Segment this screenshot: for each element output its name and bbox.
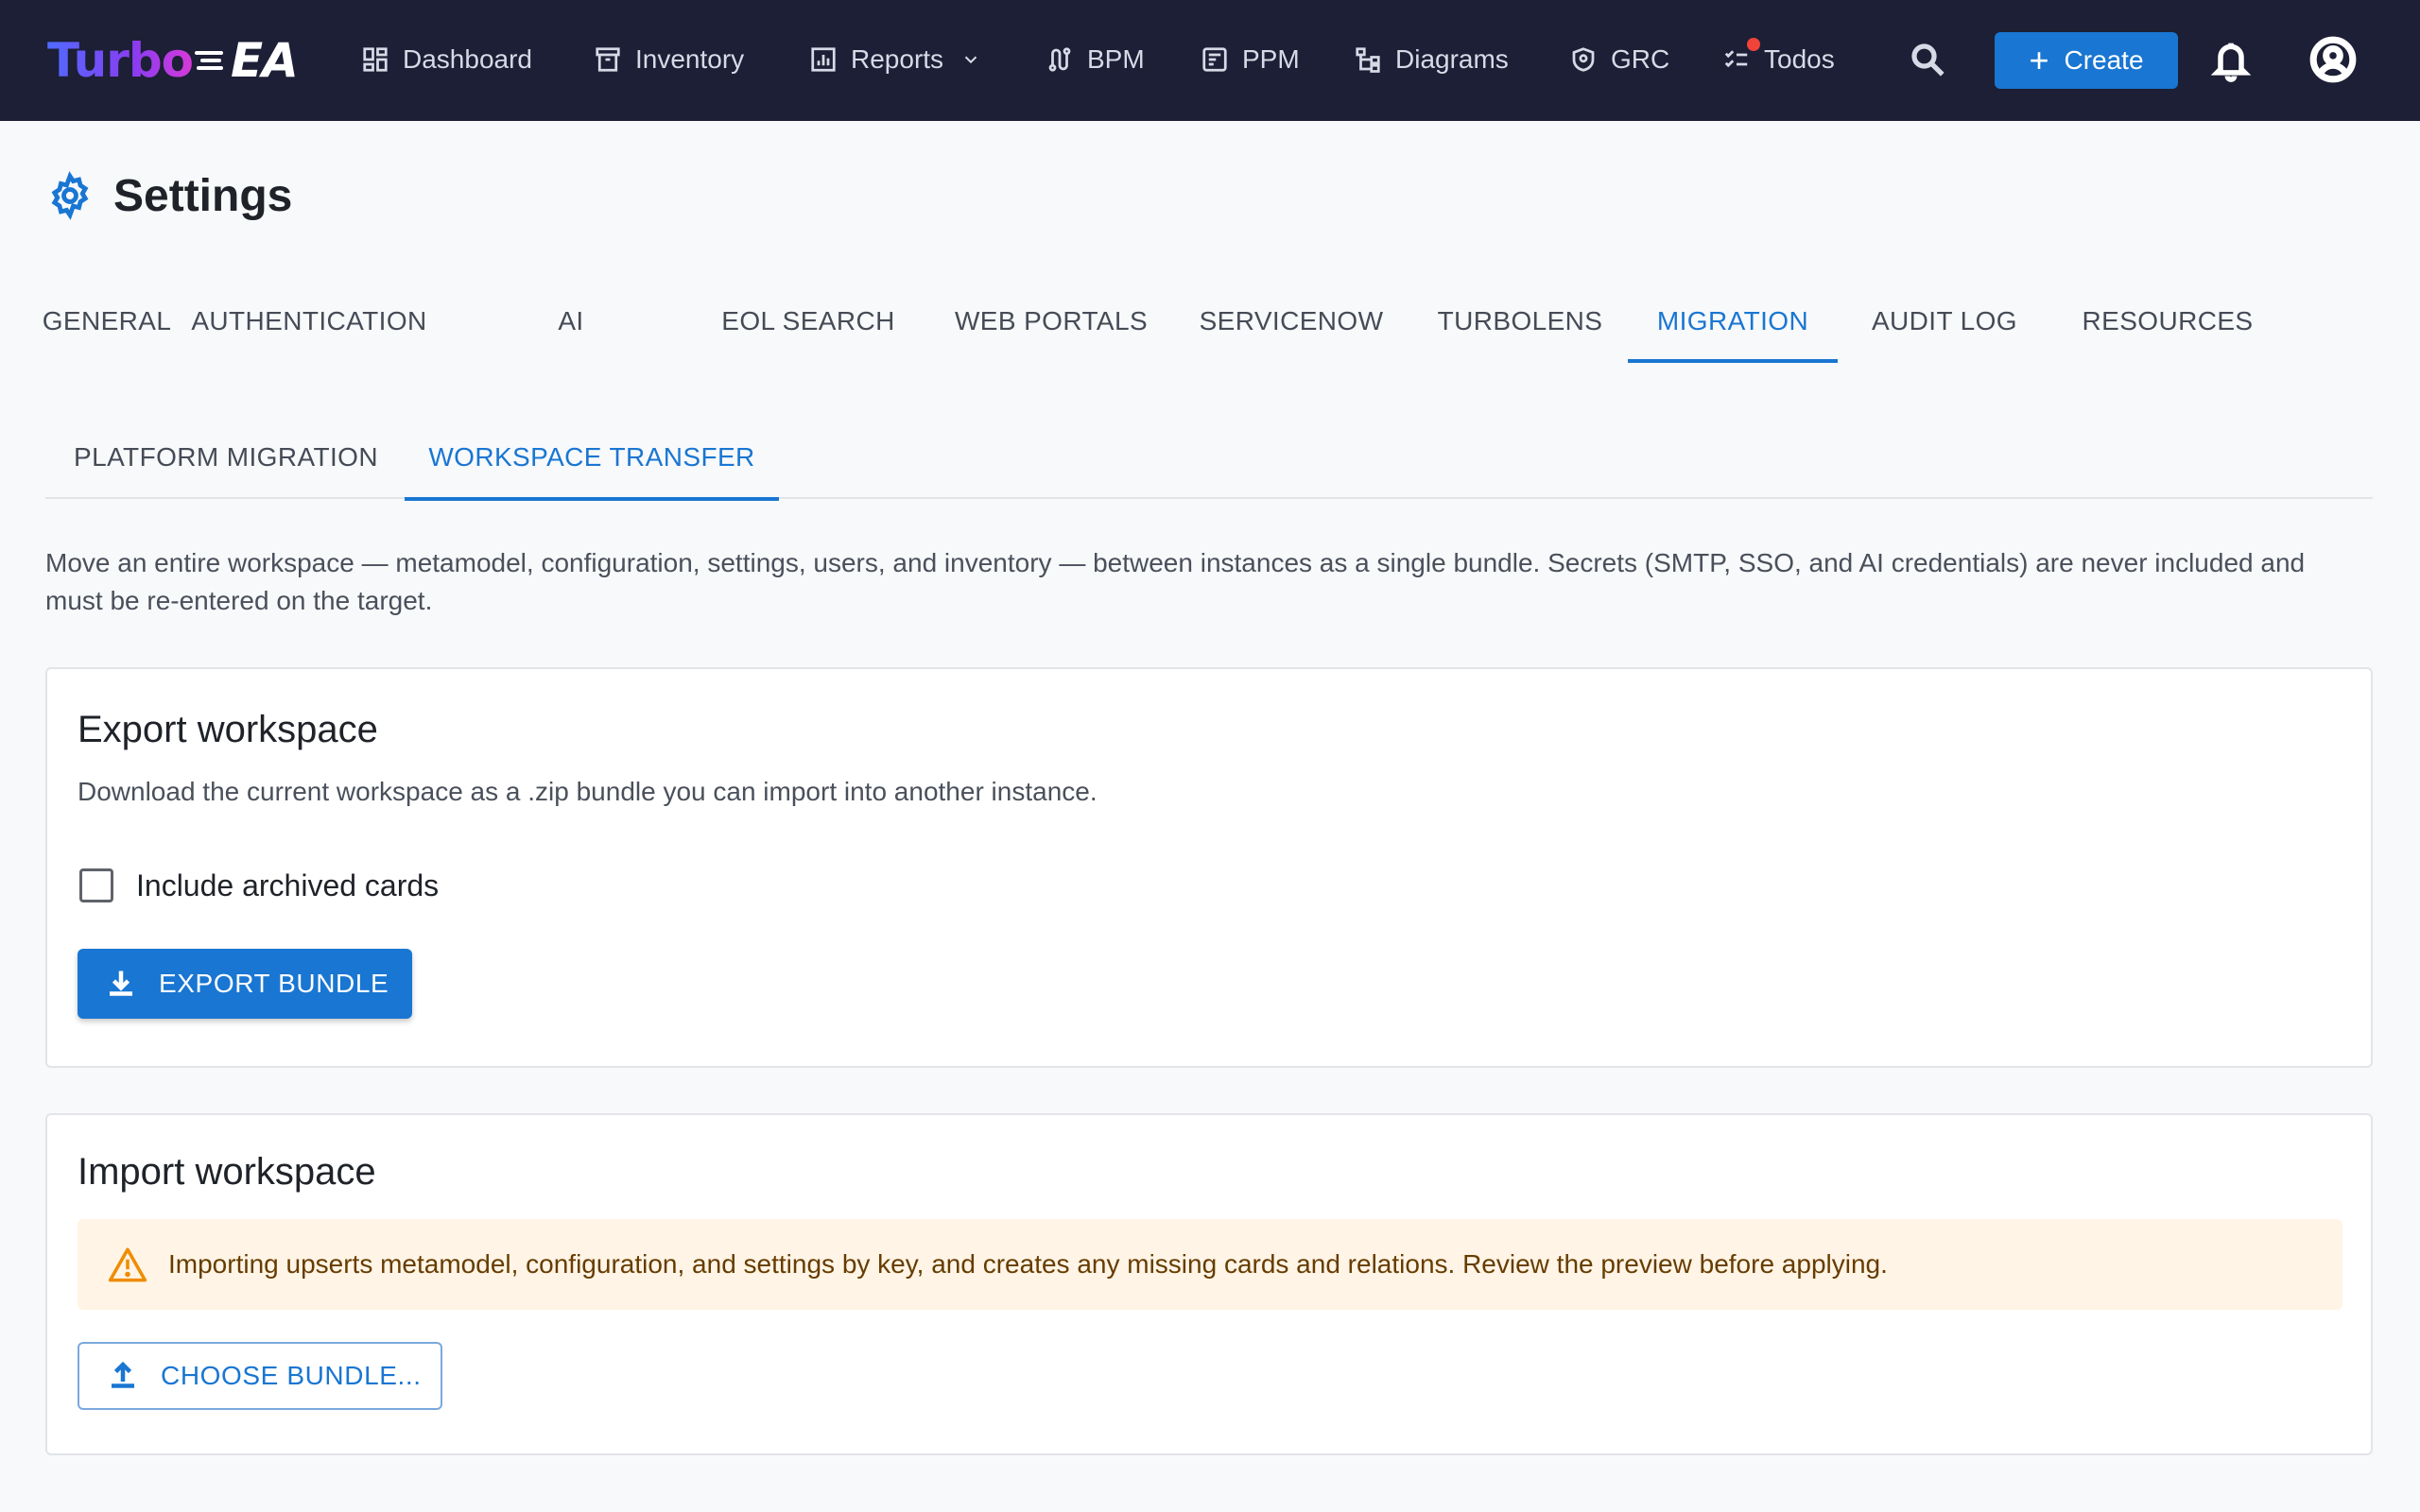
upload-icon [112,1361,134,1388]
export-title: Export workspace [78,709,378,750]
import-warning-text: Importing upserts metamodel, configurati… [168,1249,1888,1279]
app-logo[interactable]: Turbo EA [47,28,299,93]
tab-audit-log[interactable]: AUDIT LOG [1855,280,2034,363]
tab-servicenow[interactable]: SERVICENOW [1197,280,1386,363]
plus-icon: + [2029,41,2049,79]
diagram-icon [1356,47,1380,73]
notification-dot [1747,38,1760,51]
dashboard-icon [363,47,388,72]
project-icon [1202,47,1227,72]
export-workspace-card: Export workspace Download the current wo… [45,667,2373,1068]
tab-ai[interactable]: AI [543,280,599,363]
search-button[interactable] [1908,40,1947,79]
choose-bundle-button[interactable]: CHOOSE BUNDLE... [78,1342,442,1410]
page-header: Settings [45,168,292,223]
include-archived-checkbox-row[interactable]: Include archived cards [78,862,439,909]
nav-inventory[interactable]: Inventory [594,36,744,83]
subtab-platform-migration[interactable]: PLATFORM MIGRATION [45,416,406,499]
nav-bpm[interactable]: BPM [1046,36,1145,83]
import-title: Import workspace [78,1151,376,1193]
page-title: Settings [113,170,293,221]
bell-icon [2210,43,2252,82]
nav-reports[interactable]: Reports [809,36,981,83]
export-bundle-button[interactable]: EXPORT BUNDLE [78,949,412,1019]
nav-dashboard[interactable]: Dashboard [361,36,532,83]
include-archived-label: Include archived cards [136,868,440,902]
import-workspace-card: Import workspace Importing upserts metam… [45,1113,2373,1455]
user-circle-icon [2309,36,2357,83]
tab-migration[interactable]: MIGRATION [1628,280,1838,363]
nav-diagrams[interactable]: Diagrams [1354,36,1509,83]
tab-turbolens[interactable]: TURBOLENS [1429,280,1611,363]
chevron-down-icon [964,56,977,64]
nav-ppm[interactable]: PPM [1201,36,1300,83]
archive-icon [596,47,620,72]
warning-icon [108,1247,147,1282]
tab-eol-search[interactable]: EOL SEARCH [711,280,906,363]
chart-icon [811,47,836,72]
subtab-workspace-transfer[interactable]: WORKSPACE TRANSFER [405,416,779,501]
workspace-transfer-description: Move an entire workspace — metamodel, co… [45,548,2306,615]
nav-grc[interactable]: GRC [1569,36,1669,83]
notifications-button[interactable] [2210,38,2252,83]
migration-subtabs: PLATFORM MIGRATION WORKSPACE TRANSFER [45,416,2373,501]
top-navigation-bar: Turbo EA Dashboard Inventory Reports BPM… [0,0,2420,121]
tab-resources[interactable]: RESOURCES [2063,280,2273,363]
shield-icon [1572,47,1595,72]
tab-authentication[interactable]: AUTHENTICATION [191,280,426,363]
settings-tabs: GENERAL AUTHENTICATION AI EOL SEARCH WEB… [43,280,2371,363]
create-button[interactable]: + Create [1995,32,2178,89]
download-icon [110,971,132,996]
tab-web-portals[interactable]: WEB PORTALS [951,280,1151,363]
route-icon [1048,47,1071,72]
search-icon [1911,43,1945,77]
export-description: Download the current workspace as a .zip… [78,777,1098,806]
speed-lines-icon [195,42,229,79]
gear-icon [51,171,89,220]
account-button[interactable] [2309,36,2357,83]
tab-general[interactable]: GENERAL [43,280,171,363]
import-warning-alert: Importing upserts metamodel, configurati… [78,1219,2342,1310]
checklist-icon [1724,50,1748,68]
include-archived-checkbox[interactable] [79,868,113,902]
nav-todos[interactable]: Todos [1722,36,1835,83]
